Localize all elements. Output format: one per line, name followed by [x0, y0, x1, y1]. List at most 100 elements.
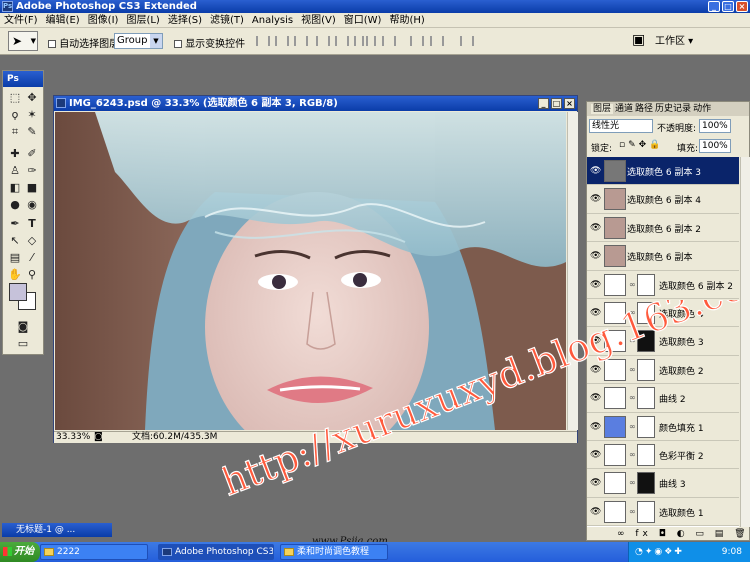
foreground-color-swatch[interactable]	[9, 283, 27, 301]
screen-mode-icon[interactable]: ▭	[15, 337, 31, 351]
distribute-vcenter-icon[interactable]	[382, 36, 396, 46]
minimize-button[interactable]: _	[708, 1, 720, 12]
menu-view[interactable]: 视图(V)	[297, 13, 340, 28]
palette-well-icon[interactable]: ▣	[632, 32, 645, 48]
crop-tool-icon[interactable]: ⌗	[7, 125, 23, 139]
layer-row[interactable]: 👁 ∞ 颜色填充 1	[587, 412, 739, 441]
show-transform-checkbox[interactable]	[174, 40, 182, 48]
eye-icon[interactable]: 👁	[590, 251, 601, 261]
layer-row[interactable]: 👁 ∞ 曲线 2	[587, 384, 739, 413]
menu-filter[interactable]: 滤镜(T)	[206, 13, 248, 28]
align-top-icon[interactable]	[256, 36, 270, 46]
menu-edit[interactable]: 编辑(E)	[42, 13, 84, 28]
layer-row[interactable]: 👁 ∞ 色彩平衡 2	[587, 440, 739, 470]
fill-input[interactable]: 100%	[699, 139, 731, 153]
blur-tool-icon[interactable]: ●	[7, 198, 23, 212]
tool-preset-picker[interactable]: ➤ ▼	[8, 31, 38, 51]
start-button[interactable]: 开始	[0, 542, 40, 562]
show-transform-option[interactable]: 显示变换控件	[174, 35, 245, 50]
layer-row[interactable]: 👁 选取颜色 6 副本 4	[587, 185, 739, 214]
doc-maximize-button[interactable]: □	[551, 98, 562, 109]
layer-row[interactable]: 👁 ∞ 选取颜色 2	[587, 355, 739, 385]
lasso-tool-icon[interactable]: ϙ	[7, 108, 23, 122]
layer-row[interactable]: 👁 选取颜色 6 副本 3	[587, 157, 739, 186]
eye-icon[interactable]: 👁	[590, 507, 601, 517]
eye-icon[interactable]: 👁	[590, 308, 601, 318]
layer-row[interactable]: 👁 ∞ 选取颜色 1	[587, 497, 739, 527]
layer-row[interactable]: 👁 ∞ 曲线 3	[587, 469, 739, 498]
align-bottom-icon[interactable]	[294, 36, 308, 46]
history-brush-icon[interactable]: ✑	[24, 164, 40, 178]
eye-icon[interactable]: 👁	[590, 166, 601, 176]
eye-icon[interactable]: 👁	[590, 450, 601, 460]
clock[interactable]: 9:08	[722, 542, 742, 562]
dodge-tool-icon[interactable]: ◉	[24, 198, 40, 212]
layers-footer-icons[interactable]: ∞ fx ◘ ◐ ▭ ▤ 🗑	[587, 527, 750, 541]
canvas-vertical-scrollbar[interactable]	[567, 112, 578, 430]
notes-tool-icon[interactable]: ▤	[7, 251, 23, 265]
tab-actions[interactable]: 动作	[693, 104, 711, 114]
path-select-icon[interactable]: ↖	[7, 234, 23, 248]
slice-tool-icon[interactable]: ✎	[24, 125, 40, 139]
menu-window[interactable]: 窗口(W)	[340, 13, 386, 28]
taskbar-item-tutorial[interactable]: 柔和时尚调色教程	[280, 544, 388, 560]
status-menu-icon[interactable]: ◙	[94, 432, 103, 443]
lock-icons[interactable]: ▫✎✥🔒	[619, 140, 663, 150]
workspace-button[interactable]: 工作区 ▾	[655, 33, 707, 50]
zoom-level[interactable]: 33.33%	[56, 432, 90, 443]
taskbar-item-photoshop[interactable]: Adobe Photoshop CS3 E...	[158, 544, 274, 560]
zoom-tool-icon[interactable]: ⚲	[24, 268, 40, 282]
tab-channels[interactable]: 通道	[615, 104, 633, 114]
layer-row[interactable]: 👁 ∞ 选取颜色 6 副本 2	[587, 270, 739, 299]
auto-select-option[interactable]: 自动选择图层	[48, 35, 119, 50]
eye-icon[interactable]: 👁	[590, 336, 601, 346]
menu-help[interactable]: 帮助(H)	[385, 13, 428, 28]
auto-align-icon[interactable]	[460, 36, 474, 46]
taskbar-item-folder[interactable]: 2222	[40, 544, 148, 560]
distribute-left-icon[interactable]	[410, 36, 424, 46]
layer-row[interactable]: 👁 ∞ 选取颜色 3	[587, 327, 739, 356]
layer-row[interactable]: 👁 选取颜色 6 副本	[587, 242, 739, 271]
tab-layers[interactable]: 图层	[591, 104, 614, 114]
hand-tool-icon[interactable]: ✋	[7, 268, 23, 282]
layers-scrollbar[interactable]	[740, 157, 750, 527]
marquee-tool-icon[interactable]: ⬚	[7, 91, 23, 105]
gradient-tool-icon[interactable]: ■	[24, 181, 40, 195]
align-hcenter-icon[interactable]	[335, 36, 349, 46]
menu-file[interactable]: 文件(F)	[0, 13, 42, 28]
eye-icon[interactable]: 👁	[590, 422, 601, 432]
maximize-button[interactable]: □	[722, 1, 734, 12]
doc-close-button[interactable]: ×	[564, 98, 575, 109]
group-select[interactable]: Group ▼	[114, 33, 163, 49]
brush-tool-icon[interactable]: ✐	[24, 147, 40, 161]
menu-layer[interactable]: 图层(L)	[122, 13, 163, 28]
minimized-document[interactable]: 无标题-1 @ ...	[2, 523, 112, 537]
layer-row[interactable]: 👁 选取颜色 6 副本 2	[587, 213, 739, 243]
eraser-tool-icon[interactable]: ◧	[7, 181, 23, 195]
close-button[interactable]: ×	[736, 1, 748, 12]
tab-history[interactable]: 历史记录	[655, 104, 691, 114]
eyedropper-icon[interactable]: ⁄	[24, 251, 40, 265]
shape-tool-icon[interactable]: ◇	[24, 234, 40, 248]
blend-mode-select[interactable]: 线性光	[589, 119, 653, 133]
quick-mask-icon[interactable]: ◙	[15, 320, 31, 334]
distribute-right-icon[interactable]	[430, 36, 444, 46]
move-tool-icon[interactable]: ✥	[24, 91, 40, 105]
tray-icons[interactable]: ◔✦◉❖✚	[635, 542, 684, 562]
eye-icon[interactable]: 👁	[590, 280, 601, 290]
eye-icon[interactable]: 👁	[590, 223, 601, 233]
auto-select-checkbox[interactable]	[48, 40, 56, 48]
opacity-input[interactable]: 100%	[699, 119, 731, 133]
eye-icon[interactable]: 👁	[590, 393, 601, 403]
doc-minimize-button[interactable]: _	[538, 98, 549, 109]
healing-brush-icon[interactable]: ✚	[7, 147, 23, 161]
image-canvas[interactable]	[55, 112, 566, 430]
eye-icon[interactable]: 👁	[590, 478, 601, 488]
eye-icon[interactable]: 👁	[590, 365, 601, 375]
align-left-icon[interactable]	[316, 36, 330, 46]
align-vcenter-icon[interactable]	[275, 36, 289, 46]
magic-wand-icon[interactable]: ✶	[24, 108, 40, 122]
clone-stamp-icon[interactable]: ♙	[7, 164, 23, 178]
menu-image[interactable]: 图像(I)	[84, 13, 123, 28]
eye-icon[interactable]: 👁	[590, 194, 601, 204]
